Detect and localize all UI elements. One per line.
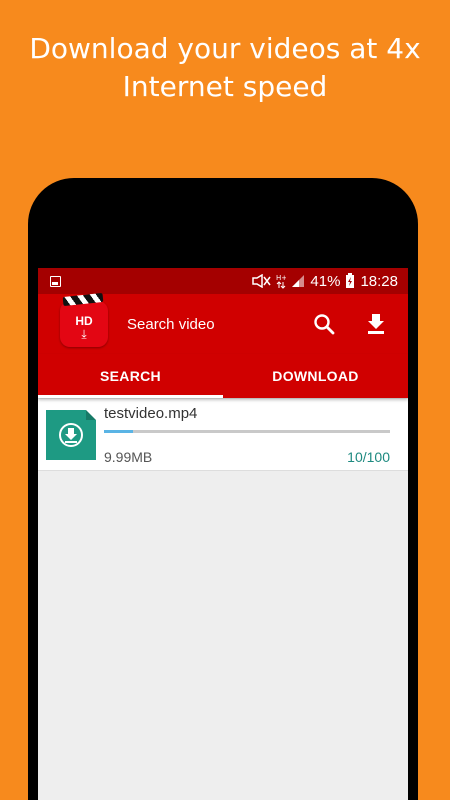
search-button[interactable] — [304, 304, 344, 344]
download-count: 10/100 — [347, 448, 390, 465]
download-progress-bar — [104, 429, 390, 433]
download-progress-fill — [104, 429, 133, 433]
promo-headline: Download your videos at 4x Internet spee… — [0, 30, 450, 106]
download-button[interactable] — [356, 304, 396, 344]
logo-text: HD — [75, 313, 93, 328]
file-name: testvideo.mp4 — [104, 404, 198, 422]
image-icon — [50, 275, 61, 287]
battery-percent: 41% — [310, 272, 341, 290]
mute-icon — [252, 274, 272, 288]
tab-search[interactable]: SEARCH — [38, 354, 223, 398]
video-file-icon — [46, 409, 96, 460]
promo-line-2: Internet speed — [122, 70, 328, 103]
logo-download-icon: ⤓ — [81, 326, 87, 341]
signal-icon — [292, 275, 305, 287]
download-item[interactable]: testvideo.mp4 9.99MB 10/100 — [38, 399, 408, 471]
clock: 18:28 — [360, 272, 398, 290]
hplus-icon: H+ — [276, 274, 286, 289]
phone-screen: H+ 41% 18:28 HD ⤓ Search video SEARCH DO… — [38, 268, 408, 800]
promo-line-1: Download your videos at 4x — [29, 32, 421, 65]
app-logo: HD ⤓ — [60, 292, 108, 347]
clapperboard-icon — [62, 292, 104, 307]
svg-text:H+: H+ — [276, 274, 286, 282]
battery-charging-icon — [346, 273, 355, 288]
search-icon — [314, 314, 335, 335]
download-circle-icon — [59, 422, 83, 447]
tab-bar: SEARCH DOWNLOAD — [38, 354, 408, 398]
search-video-field[interactable]: Search video — [127, 316, 292, 333]
tab-download[interactable]: DOWNLOAD — [223, 354, 408, 398]
status-bar: H+ 41% 18:28 — [38, 268, 408, 294]
app-bar: HD ⤓ Search video — [38, 292, 408, 354]
download-icon — [368, 314, 384, 334]
file-size: 9.99MB — [104, 448, 153, 465]
